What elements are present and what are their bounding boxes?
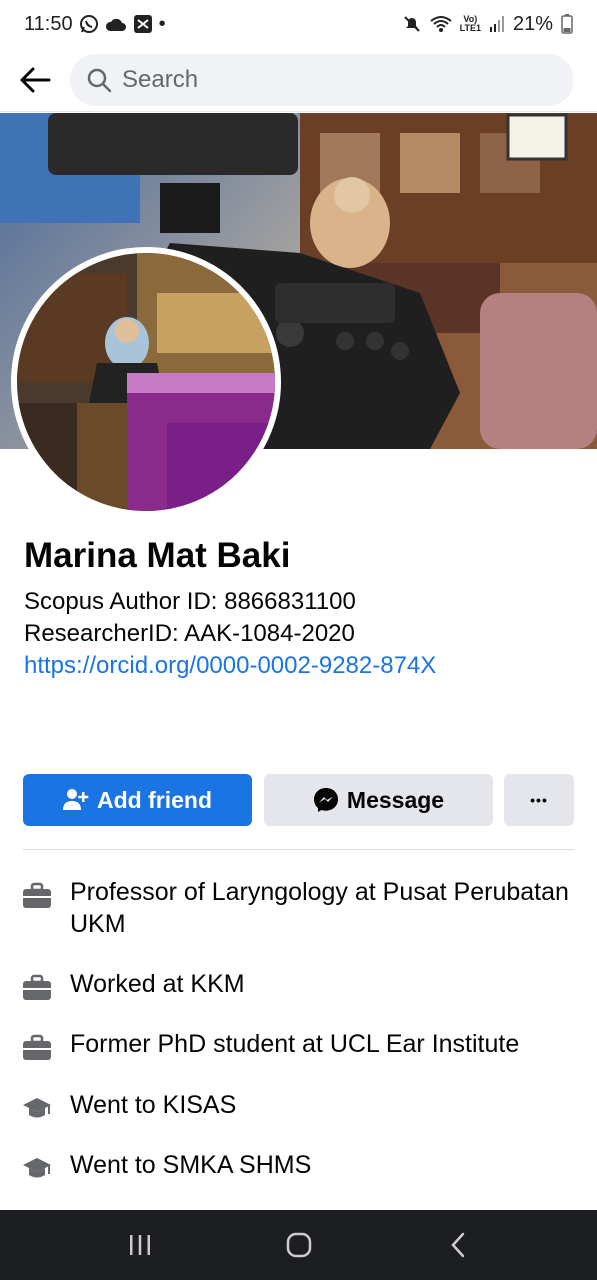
divider [23, 849, 574, 850]
status-dot: • [158, 12, 166, 35]
recent-apps-button[interactable] [110, 1215, 170, 1275]
detail-item: Went to KISAS [22, 1089, 582, 1123]
wifi-icon [430, 15, 452, 33]
graduation-cap-icon [23, 1158, 51, 1178]
graduation-cap-icon [23, 1098, 51, 1118]
more-options-button[interactable]: ••• [504, 774, 574, 826]
chevron-left-icon [450, 1232, 464, 1258]
search-icon [87, 68, 112, 92]
search-placeholder: Search [122, 65, 199, 93]
messenger-icon [313, 788, 338, 812]
system-nav-bar [0, 1210, 597, 1280]
status-right: Vo) LTE1 21% [402, 13, 573, 36]
detail-item: Professor of Laryngology at Pusat Peruba… [22, 876, 582, 940]
briefcase-icon [23, 882, 51, 908]
gallery-icon [133, 14, 153, 34]
network-bottom: LTE1 [459, 23, 481, 33]
home-button[interactable] [269, 1215, 329, 1275]
profile-name: Marina Mat Baki [24, 536, 291, 575]
arrow-left-icon [20, 67, 51, 92]
back-button[interactable] [0, 48, 70, 112]
search-header: Search [0, 48, 597, 112]
home-icon [286, 1232, 311, 1258]
status-left: 11:50 • [24, 13, 166, 36]
signal-icon [489, 15, 505, 33]
battery-icon [561, 14, 573, 34]
message-label: Message [346, 786, 445, 813]
bio-scopus: Scopus Author ID: 8866831100 [24, 588, 356, 615]
recent-apps-icon [129, 1235, 150, 1255]
more-label: ••• [530, 792, 548, 808]
network-label: Vo) LTE1 [460, 15, 481, 33]
briefcase-icon [23, 1034, 51, 1060]
cloud-icon [105, 16, 127, 32]
detail-text: Professor of Laryngology at Pusat Peruba… [70, 878, 569, 938]
back-nav-button[interactable] [428, 1215, 488, 1275]
detail-text: Worked at KKM [70, 970, 245, 998]
status-bar: 11:50 • Vo) LTE1 21% [0, 0, 597, 48]
whatsapp-icon [79, 14, 99, 34]
briefcase-icon [23, 974, 51, 1000]
profile-avatar[interactable] [11, 247, 281, 517]
search-input[interactable]: Search [70, 53, 574, 106]
mute-icon [402, 14, 422, 34]
detail-text: Went to KISAS [70, 1091, 237, 1119]
message-button[interactable]: Message [264, 774, 493, 826]
detail-text: Went to SMKA SHMS [70, 1151, 312, 1179]
detail-item: Went to SMKA SHMS [22, 1149, 582, 1183]
bio-researcherid: ResearcherID: AAK-1084-2020 [24, 620, 355, 647]
battery-percent: 21% [512, 12, 553, 35]
add-friend-button[interactable]: Add friend [23, 774, 252, 826]
add-friend-label: Add friend [97, 786, 212, 813]
detail-item: Former PhD student at UCL Ear Institute [22, 1028, 582, 1062]
status-time: 11:50 [24, 12, 73, 35]
orcid-link[interactable]: https://orcid.org/0000-0002-9282-874X [24, 652, 436, 680]
detail-item: Worked at KKM [22, 968, 582, 1002]
add-person-icon [63, 789, 89, 810]
detail-text: Former PhD student at UCL Ear Institute [70, 1030, 520, 1058]
